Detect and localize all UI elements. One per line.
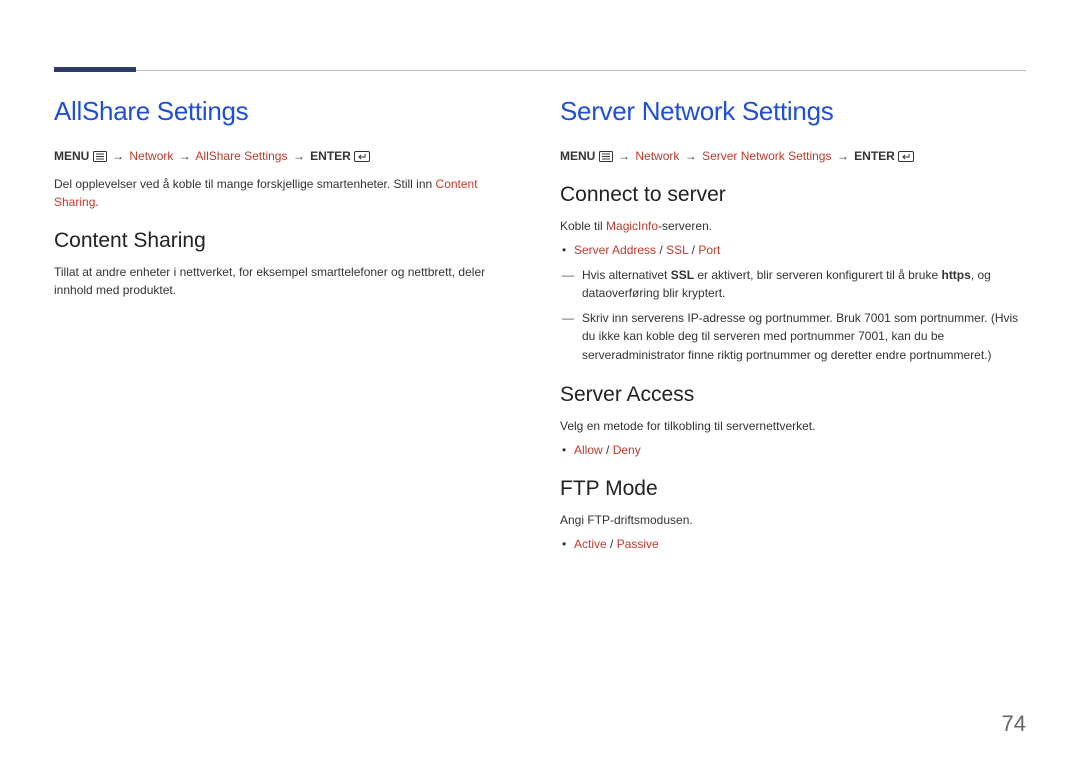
text: . (95, 195, 98, 209)
connect-options-list: Server Address / SSL / Port (560, 241, 1026, 260)
access-options-list: Allow / Deny (560, 441, 1026, 460)
opt-passive: Passive (617, 537, 659, 551)
arrow-3: → (835, 149, 851, 163)
nav-allshare: AllShare Settings (195, 149, 287, 163)
connect-to-server-heading: Connect to server (560, 183, 1026, 207)
server-breadcrumb: MENU → Network → Server Network Settings… (560, 149, 1026, 165)
arrow-1: → (616, 149, 632, 163)
nav-network: Network (129, 149, 173, 163)
magicinfo-ref: MagicInfo (606, 219, 658, 233)
server-access-heading: Server Access (560, 383, 1026, 407)
text: Koble til (560, 219, 606, 233)
opt-ssl: SSL (666, 243, 688, 257)
text: Del opplevelser ved å koble til mange fo… (54, 177, 436, 191)
connect-desc: Koble til MagicInfo-serveren. (560, 217, 1026, 235)
menu-label: MENU (54, 149, 89, 163)
sep: / (603, 443, 613, 457)
list-item: Allow / Deny (574, 441, 1026, 460)
list-item: Server Address / SSL / Port (574, 241, 1026, 260)
menu-label: MENU (560, 149, 595, 163)
text: Hvis alternativet (582, 268, 671, 282)
accent-bar (54, 67, 136, 72)
arrow-2: → (177, 149, 193, 163)
ftp-mode-heading: FTP Mode (560, 477, 1026, 501)
opt-server-address: Server Address (574, 243, 656, 257)
opt-active: Active (574, 537, 607, 551)
menu-icon (599, 151, 613, 165)
left-column: AllShare Settings MENU → Network → AllSh… (54, 96, 520, 560)
list-item: Active / Passive (574, 535, 1026, 554)
sep: / (607, 537, 617, 551)
server-access-desc: Velg en metode for tilkobling til server… (560, 417, 1026, 435)
connect-notes-list: Hvis alternativet SSL er aktivert, blir … (560, 266, 1026, 365)
arrow-2: → (683, 149, 699, 163)
ftp-mode-desc: Angi FTP-driftsmodusen. (560, 511, 1026, 529)
enter-icon (354, 151, 370, 165)
arrow-3: → (291, 149, 307, 163)
allshare-title: AllShare Settings (54, 96, 520, 127)
menu-icon (93, 151, 107, 165)
text: -serveren. (658, 219, 712, 233)
page-number: 74 (1002, 711, 1026, 737)
ftp-options-list: Active / Passive (560, 535, 1026, 554)
nav-network: Network (635, 149, 679, 163)
horizontal-rule (54, 70, 1026, 71)
opt-deny: Deny (613, 443, 641, 457)
sep: / (656, 243, 666, 257)
sep: / (688, 243, 698, 257)
server-network-title: Server Network Settings (560, 96, 1026, 127)
ssl-bold: SSL (671, 268, 694, 282)
content-sharing-heading: Content Sharing (54, 229, 520, 253)
list-item: Skriv inn serverens IP-adresse og portnu… (582, 309, 1026, 365)
enter-label: ENTER (310, 149, 351, 163)
list-item: Hvis alternativet SSL er aktivert, blir … (582, 266, 1026, 303)
columns: AllShare Settings MENU → Network → AllSh… (54, 96, 1026, 560)
right-column: Server Network Settings MENU → Network →… (560, 96, 1026, 560)
text: er aktivert, blir serveren konfigurert t… (694, 268, 941, 282)
opt-allow: Allow (574, 443, 603, 457)
enter-label: ENTER (854, 149, 895, 163)
arrow-1: → (110, 149, 126, 163)
content-sharing-desc: Tillat at andre enheter i nettverket, fo… (54, 263, 520, 299)
allshare-intro: Del opplevelser ved å koble til mange fo… (54, 175, 520, 211)
enter-icon (898, 151, 914, 165)
nav-server-settings: Server Network Settings (702, 149, 831, 163)
allshare-breadcrumb: MENU → Network → AllShare Settings → ENT… (54, 149, 520, 165)
opt-port: Port (698, 243, 720, 257)
https-bold: https (941, 268, 970, 282)
